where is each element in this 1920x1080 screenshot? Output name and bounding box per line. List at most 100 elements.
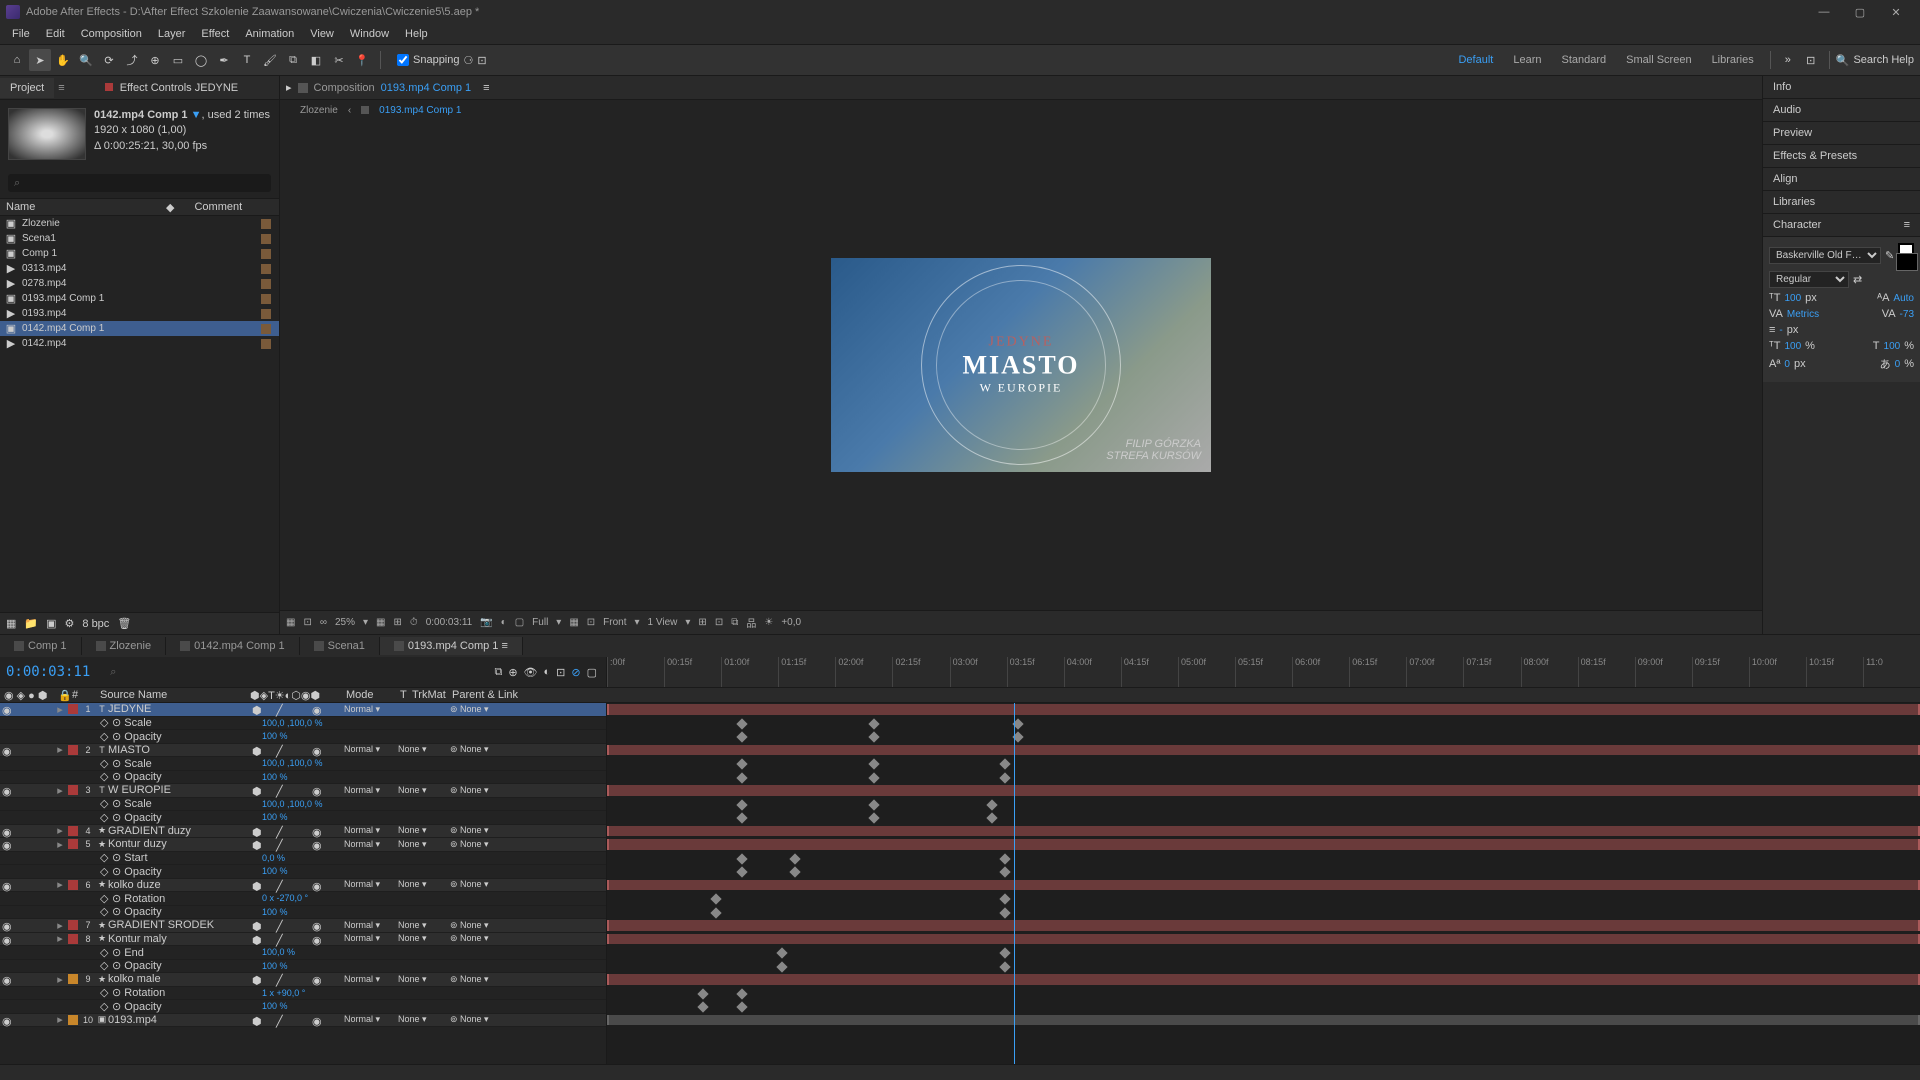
label-col-icon[interactable]: ◆ [166, 201, 174, 214]
new-comp-icon[interactable]: ▣ [46, 617, 56, 630]
crumb-current[interactable]: 0193.mp4 Comp 1 [379, 105, 461, 116]
project-item[interactable]: ▣Comp 1 [0, 246, 279, 261]
workspace-standard[interactable]: Standard [1551, 54, 1616, 66]
brush-tool[interactable]: 🖌 [259, 49, 281, 71]
project-item[interactable]: ▶0142.mp4 [0, 336, 279, 351]
timeline-search-icon[interactable]: ⌕ [110, 666, 116, 679]
ft-timeline-icon[interactable]: ⧉ [731, 617, 738, 628]
composition-viewport[interactable]: JEDYNE MIASTO W EUROPIE FILIP GÓRZKA STR… [280, 120, 1762, 610]
timeline-tab[interactable]: Zlozenie [82, 637, 167, 655]
snap-opts2-icon[interactable]: ⊡ [477, 54, 486, 67]
tab-effect-controls[interactable]: Effect Controls JEDYNE [95, 78, 248, 98]
exposure-value[interactable]: +0,0 [781, 617, 801, 628]
panel-character-header[interactable]: Character≡ [1763, 214, 1920, 237]
tl-shy-icon[interactable]: 👁 [524, 666, 538, 679]
puppet-tool[interactable]: 📍 [351, 49, 373, 71]
workspace-libraries[interactable]: Libraries [1702, 54, 1764, 66]
bpc-button[interactable]: 8 bpc [82, 618, 109, 630]
pen-tool[interactable]: ✒ [213, 49, 235, 71]
zoom-dropdown[interactable]: 25% [335, 617, 355, 628]
tracking-value[interactable]: -73 [1900, 309, 1914, 320]
panel-align[interactable]: Align [1763, 168, 1920, 191]
property-row[interactable]: ◇⊙ Opacity100 % [0, 730, 606, 744]
layer-row[interactable]: ◉ ▸3 TW EUROPIE ⬢╱◉ Normal ▾ None ▾ ⊚ No… [0, 784, 606, 798]
type-tool[interactable]: T [236, 49, 258, 71]
minimize-button[interactable]: — [1806, 2, 1842, 22]
rotate-tool[interactable]: ⤴ [121, 49, 143, 71]
crumb-root[interactable]: Zlozenie [300, 105, 338, 116]
ft-pix-icon[interactable]: ⊞ [698, 617, 706, 628]
menu-animation[interactable]: Animation [237, 26, 302, 42]
adjust-icon[interactable]: ⚙ [65, 617, 75, 630]
timeline-tab[interactable]: Scena1 [300, 637, 380, 655]
zoom-tool[interactable]: 🔍 [75, 49, 97, 71]
color-swatch[interactable] [1898, 243, 1914, 267]
ft-mask-icon[interactable]: ⊡ [303, 617, 311, 628]
workspace-default[interactable]: Default [1448, 54, 1503, 66]
clone-tool[interactable]: ⧉ [282, 49, 304, 71]
current-time[interactable]: 0:00:03:11 [6, 664, 90, 680]
project-item[interactable]: ▣Zlozenie [0, 216, 279, 231]
property-row[interactable]: ◇⊙ Opacity100 % [0, 811, 606, 825]
hand-tool[interactable]: ✋ [52, 49, 74, 71]
tl-opt5-icon[interactable]: ⊡ [556, 666, 565, 679]
font-style-select[interactable]: Regular [1769, 271, 1849, 288]
trash-icon[interactable]: 🗑 [117, 617, 131, 630]
font-size-value[interactable]: 100 [1784, 293, 1801, 304]
tl-graph-icon[interactable]: ⊘ [571, 666, 580, 679]
tab-project[interactable]: Project [0, 78, 54, 98]
comp-back-icon[interactable]: ▸ [286, 81, 292, 94]
playhead[interactable] [1014, 703, 1015, 1064]
property-row[interactable]: ◇⊙ Scale100,0 ,100,0 % [0, 717, 606, 731]
ft-roi-icon[interactable]: ▢ [515, 617, 524, 628]
tl-opt2-icon[interactable]: ⊕ [508, 666, 517, 679]
panel-effects-presets[interactable]: Effects & Presets [1763, 145, 1920, 168]
timeline-tab[interactable]: Comp 1 [0, 637, 82, 655]
ft-alpha-icon[interactable]: ▦ [286, 617, 295, 628]
view3d-dropdown[interactable]: Front [603, 617, 626, 628]
project-search[interactable]: ⌕ [8, 174, 271, 192]
property-row[interactable]: ◇⊙ End100,0 % [0, 946, 606, 960]
project-list[interactable]: ▣Zlozenie▣Scena1▣Comp 1▶0313.mp4▶0278.mp… [0, 216, 279, 612]
anchor-tool[interactable]: ⊕ [144, 49, 166, 71]
interpret-icon[interactable]: ▦ [6, 617, 16, 630]
property-row[interactable]: ◇⊙ Scale100,0 ,100,0 % [0, 757, 606, 771]
tsume-value[interactable]: 0 [1895, 359, 1901, 370]
timeline-tab[interactable]: 0142.mp4 Comp 1 [166, 637, 300, 655]
layer-row[interactable]: ◉ ▸9 ★kolko male ⬢╱◉ Normal ▾ None ▾ ⊚ N… [0, 973, 606, 987]
property-row[interactable]: ◇⊙ Opacity100 % [0, 906, 606, 920]
ft-trans-icon[interactable]: ▦ [569, 617, 578, 628]
roto-tool[interactable]: ✂ [328, 49, 350, 71]
eyedropper-icon[interactable]: ✎ [1885, 249, 1894, 262]
menu-help[interactable]: Help [397, 26, 436, 42]
project-item[interactable]: ▶0313.mp4 [0, 261, 279, 276]
menu-effect[interactable]: Effect [193, 26, 237, 42]
col-parent[interactable]: Parent & Link [448, 689, 522, 701]
eraser-tool[interactable]: ◧ [305, 49, 327, 71]
layer-row[interactable]: ◉ ▸6 ★kolko duze ⬢╱◉ Normal ▾ None ▾ ⊚ N… [0, 879, 606, 893]
selection-tool[interactable]: ➤ [29, 49, 51, 71]
menu-composition[interactable]: Composition [73, 26, 150, 42]
close-button[interactable]: ✕ [1878, 2, 1914, 22]
property-row[interactable]: ◇⊙ Start0,0 % [0, 852, 606, 866]
layer-row[interactable]: ◉ ▸1 TJEDYNE ⬢╱◉ Normal ▾ ⊚ None ▾ [0, 703, 606, 717]
ft-fast-icon[interactable]: ⊡ [715, 617, 723, 628]
layer-row[interactable]: ◉ ▸10 ▣0193.mp4 ⬢╱◉ Normal ▾ None ▾ ⊚ No… [0, 1014, 606, 1028]
layer-row[interactable]: ◉ ▸2 TMIASTO ⬢╱◉ Normal ▾ None ▾ ⊚ None … [0, 744, 606, 758]
font-family-select[interactable]: Baskerville Old F… [1769, 247, 1881, 264]
comp-tab-menu[interactable]: ≡ [483, 82, 489, 94]
col-comment[interactable]: Comment [194, 201, 242, 213]
timeline-tracks[interactable] [607, 703, 1920, 1064]
project-item[interactable]: ▶0193.mp4 [0, 306, 279, 321]
layer-row[interactable]: ◉ ▸7 ★GRADIENT SRODEK ⬢╱◉ Normal ▾ None … [0, 919, 606, 933]
col-trkmat[interactable]: TrkMat [408, 689, 448, 701]
ft-adjust-icon[interactable]: ∞ [320, 617, 327, 628]
leading-value[interactable]: Auto [1893, 293, 1914, 304]
col-name[interactable]: Name [6, 201, 166, 213]
snapping-toggle[interactable]: Snapping ⚆ ⊡ [397, 54, 487, 67]
baseline-value[interactable]: 0 [1784, 359, 1790, 370]
workspace-learn[interactable]: Learn [1503, 54, 1551, 66]
snapping-checkbox[interactable] [397, 54, 409, 66]
workspace-small-screen[interactable]: Small Screen [1616, 54, 1701, 66]
ft-grid-icon[interactable]: ▦ [376, 617, 385, 628]
